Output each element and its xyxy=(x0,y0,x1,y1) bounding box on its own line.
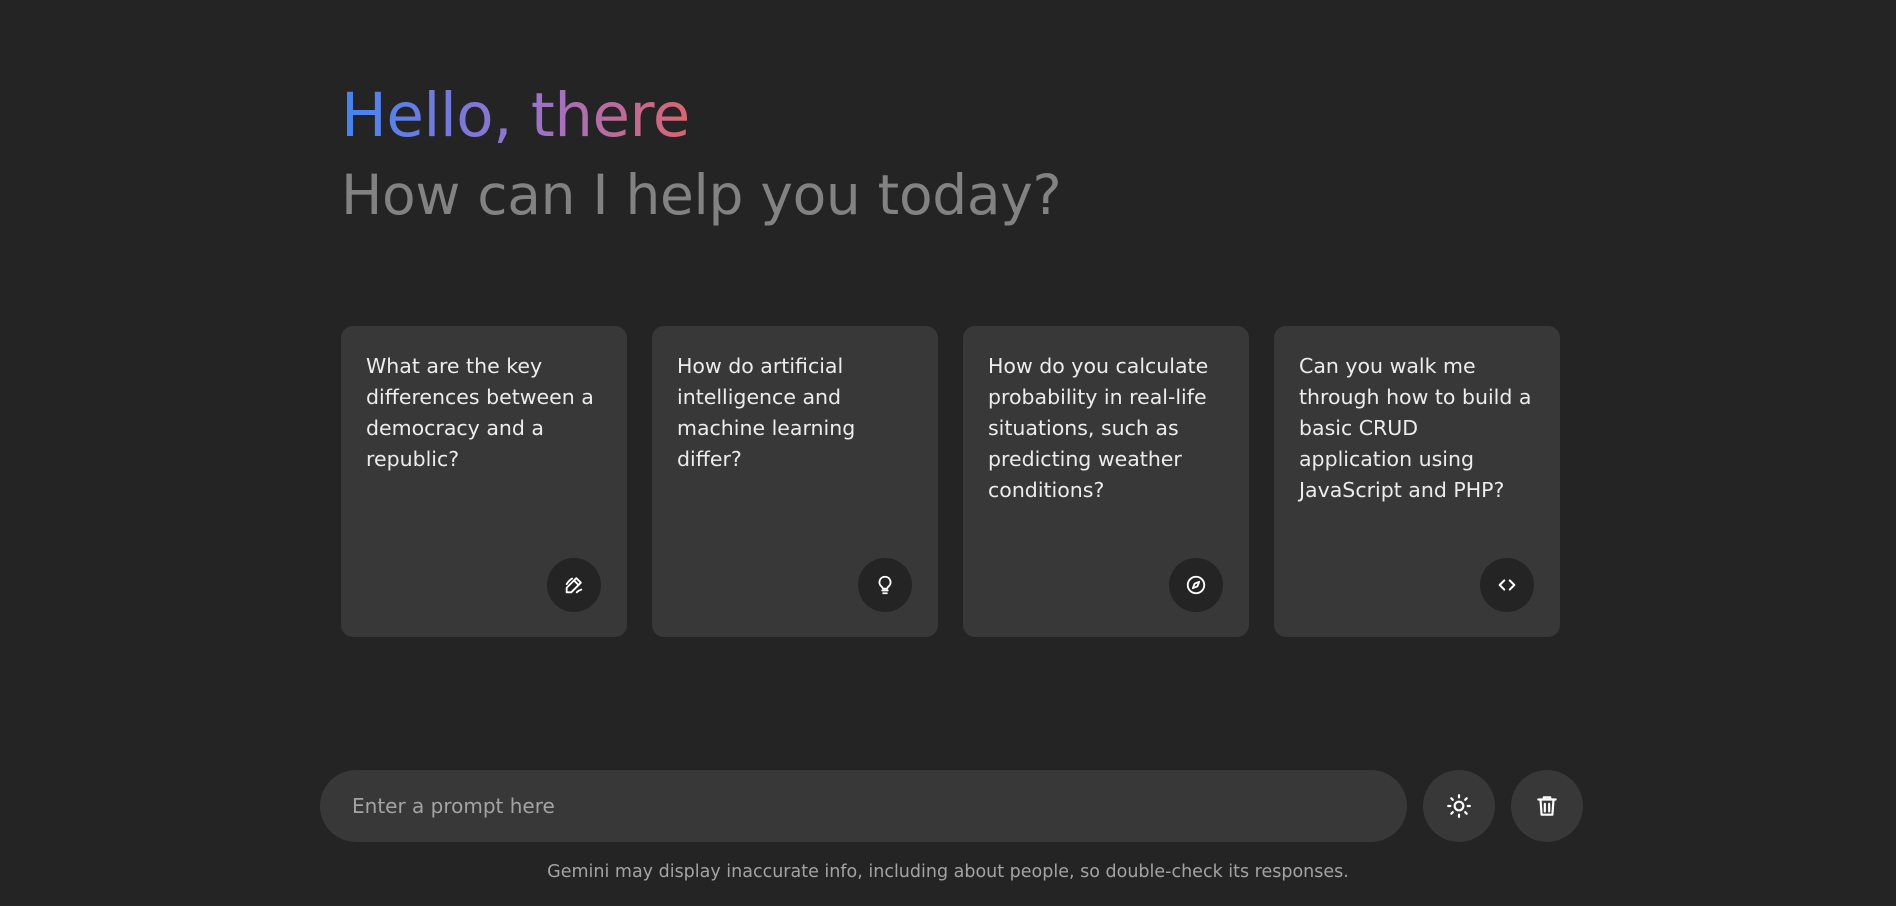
code-icon xyxy=(1480,558,1534,612)
delete-chat-button[interactable] xyxy=(1511,770,1583,842)
disclaimer-text: Gemini may display inaccurate info, incl… xyxy=(547,862,1349,882)
theme-toggle-button[interactable] xyxy=(1423,770,1495,842)
prompt-input[interactable] xyxy=(320,770,1407,842)
draw-icon xyxy=(547,558,601,612)
page-subtitle: How can I help you today? xyxy=(341,163,1062,227)
prompt-form xyxy=(320,770,1583,842)
suggestion-card-ai-ml[interactable]: How do artificial intelligence and machi… xyxy=(652,326,938,637)
sun-icon xyxy=(1446,793,1472,819)
header: Hello, there How can I help you today? xyxy=(341,78,1062,230)
suggestion-card-crud[interactable]: Can you walk me through how to build a b… xyxy=(1274,326,1560,637)
suggestion-text: How do artificial intelligence and machi… xyxy=(677,354,856,471)
chat-page: Hello, there How can I help you today? W… xyxy=(0,0,1896,906)
suggestion-text: Can you walk me through how to build a b… xyxy=(1299,354,1532,502)
lightbulb-icon xyxy=(858,558,912,612)
explore-icon xyxy=(1169,558,1223,612)
suggestion-text: How do you calculate probability in real… xyxy=(988,354,1209,502)
suggestion-list: What are the key differences between a d… xyxy=(341,326,1560,637)
greeting-title: Hello, there xyxy=(341,78,690,154)
suggestion-card-democracy[interactable]: What are the key differences between a d… xyxy=(341,326,627,637)
trash-icon xyxy=(1534,793,1560,819)
suggestion-text: What are the key differences between a d… xyxy=(366,354,594,471)
suggestion-card-probability[interactable]: How do you calculate probability in real… xyxy=(963,326,1249,637)
